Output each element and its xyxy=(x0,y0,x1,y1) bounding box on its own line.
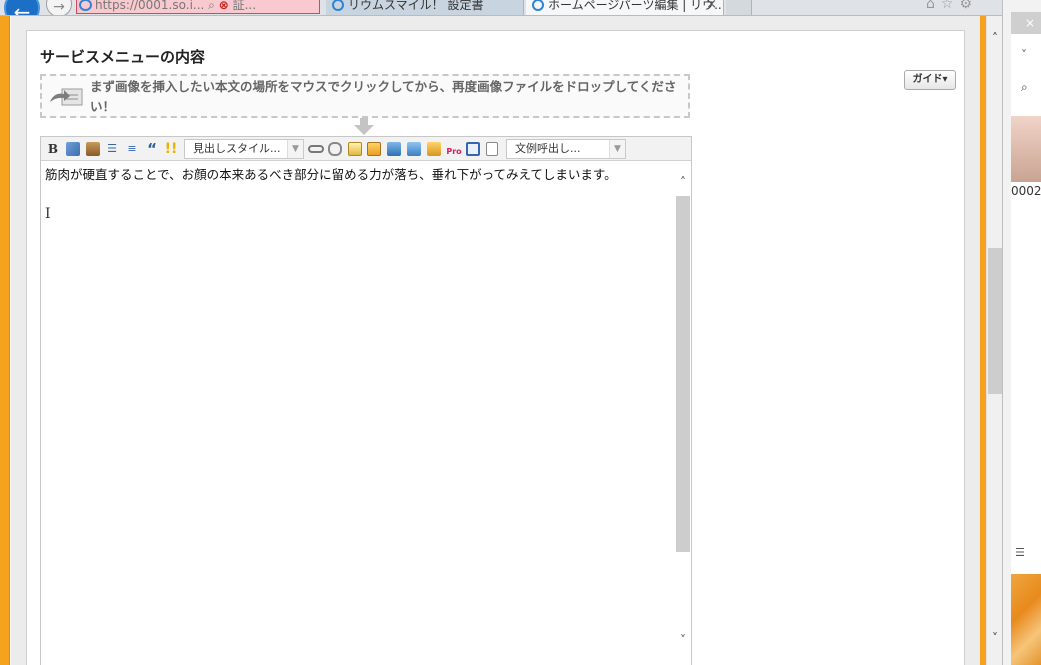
chevron-down-icon[interactable]: ˅ xyxy=(675,632,691,648)
item-number: 0002 xyxy=(1011,184,1041,198)
page-scroll-thumb[interactable] xyxy=(988,248,1002,394)
new-tab-button[interactable] xyxy=(726,0,752,15)
guide-button[interactable]: ガイド▾ xyxy=(904,70,956,90)
side-window-content xyxy=(1011,34,1041,574)
editor-scrollbar[interactable]: ˄ ˅ xyxy=(675,162,691,665)
document-icon[interactable] xyxy=(348,142,362,156)
copy-icon[interactable] xyxy=(367,142,381,156)
back-arrow-icon: ← xyxy=(13,0,31,16)
editor-paragraph[interactable]: 筋肉が硬直することで、お顔の本来あるべき部分に留める力が落ち、垂れ下がってみえて… xyxy=(45,166,617,184)
thumbnail-image[interactable] xyxy=(1011,116,1041,182)
tab-settings-doc[interactable]: リウムスマイル！ 設定書 xyxy=(326,0,524,15)
numbered-list-icon[interactable]: ≡ xyxy=(125,141,139,157)
fullscreen-icon[interactable] xyxy=(466,142,480,156)
heading-style-value: 見出しスタイル... xyxy=(193,142,281,155)
bullet-list-icon[interactable]: ☰ xyxy=(105,141,119,157)
ie-icon xyxy=(79,0,92,11)
paste-icon[interactable] xyxy=(86,142,100,156)
close-icon[interactable]: × xyxy=(1011,12,1041,34)
tab-label: リウムスマイル！ 設定書 xyxy=(348,0,484,12)
editor-toolbar: B ☰ ≡ “ !! 見出しスタイル... ▼ Pro 文例呼出し... ▼ xyxy=(41,137,691,161)
image-library-icon[interactable] xyxy=(427,142,441,156)
editor-scroll-thumb[interactable] xyxy=(676,196,690,552)
chevron-down-icon: ▼ xyxy=(287,140,303,158)
forward-arrow-icon: → xyxy=(53,0,65,15)
screen: ← → https://0001.so.i... ⌕ ⊗ 証... リウムスマイ… xyxy=(0,0,1041,665)
text-cursor-icon: I xyxy=(45,206,51,222)
background-window: × ˅ ⌕ 0002 ☰ xyxy=(1002,0,1041,665)
cert-error-label[interactable]: 証... xyxy=(233,0,256,12)
source-code-icon[interactable] xyxy=(486,142,498,156)
page-title: サービスメニューの内容 xyxy=(40,48,206,66)
pro-tool-icon[interactable]: Pro xyxy=(446,141,462,157)
preview-image xyxy=(1011,574,1041,665)
service-menu-panel: サービスメニューの内容 ガイド▾ まず画像を挿入したい本文の場所をマウスでクリッ… xyxy=(26,30,965,665)
link-icon[interactable] xyxy=(308,145,324,153)
drop-arrow-icon xyxy=(354,118,374,135)
template-value: 文例呼出し... xyxy=(515,142,581,155)
unlink-icon[interactable] xyxy=(328,142,342,156)
image-drop-zone[interactable]: まず画像を挿入したい本文の場所をマウスでクリックしてから、再度画像ファイルをドロ… xyxy=(40,74,690,118)
browser-toolbar-icons[interactable]: ⌂☆⚙ xyxy=(926,0,978,12)
address-text: https://0001.so.i... xyxy=(95,0,205,12)
emphasis-icon[interactable]: !! xyxy=(164,141,178,157)
search-icon[interactable]: ⌕ xyxy=(208,0,219,12)
bold-button[interactable]: B xyxy=(47,141,59,157)
chevron-down-icon: ▼ xyxy=(609,140,625,158)
back-button[interactable]: ← xyxy=(4,0,40,16)
insert-image-icon[interactable] xyxy=(387,142,401,156)
ie-icon xyxy=(332,0,344,11)
eraser-icon[interactable] xyxy=(66,142,80,156)
left-accent-stripe xyxy=(0,16,10,665)
image-insert-icon xyxy=(50,88,83,106)
editor-content-area[interactable]: 筋肉が硬直することで、お顔の本来あるべき部分に留める力が落ち、垂れ下がってみえて… xyxy=(41,162,675,665)
tab-homepage-parts[interactable]: ホームページパーツ編集 | リウ... × xyxy=(526,0,724,15)
close-tab-icon[interactable]: × xyxy=(706,0,717,14)
chevron-up-icon[interactable]: ˄ xyxy=(987,30,1003,46)
chevron-down-icon[interactable]: ˅ xyxy=(1021,48,1027,62)
edit-image-icon[interactable] xyxy=(407,142,421,156)
cert-error-icon[interactable]: ⊗ xyxy=(219,0,229,12)
page-scrollbar[interactable]: ˄ ˅ xyxy=(986,16,1002,665)
chevron-down-icon[interactable]: ˅ xyxy=(987,630,1003,646)
rich-text-editor: B ☰ ≡ “ !! 見出しスタイル... ▼ Pro 文例呼出し... ▼ 筋… xyxy=(40,136,692,665)
forward-button[interactable]: → xyxy=(46,0,72,15)
heading-style-select[interactable]: 見出しスタイル... ▼ xyxy=(184,139,304,159)
tab-label: ホームページパーツ編集 | リウ... xyxy=(548,0,724,12)
chevron-up-icon[interactable]: ˄ xyxy=(675,174,691,190)
address-bar[interactable]: https://0001.so.i... ⌕ ⊗ 証... xyxy=(76,0,320,14)
page-content: サービスメニューの内容 ガイド▾ まず画像を挿入したい本文の場所をマウスでクリッ… xyxy=(11,16,980,665)
browser-toolbar: ← → https://0001.so.i... ⌕ ⊗ 証... リウムスマイ… xyxy=(0,0,1041,16)
drop-zone-instructions: まず画像を挿入したい本文の場所をマウスでクリックしてから、再度画像ファイルをドロ… xyxy=(90,79,677,114)
search-icon[interactable]: ⌕ xyxy=(1021,80,1028,95)
ie-icon xyxy=(532,0,544,11)
template-select[interactable]: 文例呼出し... ▼ xyxy=(506,139,626,159)
list-view-icon[interactable]: ☰ xyxy=(1015,546,1025,559)
blockquote-icon[interactable]: “ xyxy=(145,141,159,157)
